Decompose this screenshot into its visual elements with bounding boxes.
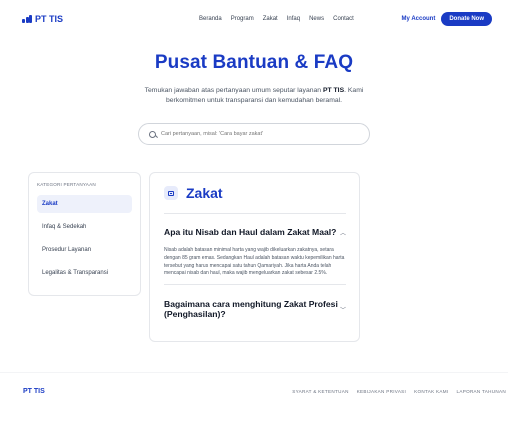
site-header: PT TIS Beranda Program Zakat Infaq News … [0, 0, 508, 38]
footer-link-terms[interactable]: SYARAT & KETENTUAN [292, 389, 348, 394]
nav-item-contact[interactable]: Contact [333, 16, 354, 22]
footer-links: SYARAT & KETENTUAN KEBIJAKAN PRIVASI KON… [292, 389, 506, 394]
footer-link-contact[interactable]: KONTAK KAMI [414, 389, 448, 394]
faq-question-text: Apa itu Nisab dan Haul dalam Zakat Maal? [164, 227, 337, 237]
panel-title: Zakat [186, 185, 223, 201]
faq-panel: Zakat Apa itu Nisab dan Haul dalam Zakat… [149, 172, 360, 342]
nav-item-beranda[interactable]: Beranda [199, 16, 222, 22]
search-box[interactable] [138, 123, 370, 145]
nav-item-news[interactable]: News [309, 16, 324, 22]
faq-divider [164, 284, 346, 286]
faq-question-text: Bagaimana cara menghitung Zakat Profesi … [164, 299, 338, 320]
sidebar-item-infaq-sedekah[interactable]: Infaq & Sedekah [37, 218, 132, 236]
sidebar-item-prosedur-layanan[interactable]: Prosedur Layanan [37, 241, 132, 259]
footer-divider [0, 372, 508, 373]
hero-description: Temukan jawaban atas pertanyaan umum sep… [144, 87, 364, 104]
panel-header: Zakat [164, 185, 346, 201]
sidebar-item-legalitas[interactable]: Legalitas & Transparansi [37, 264, 132, 282]
logo-icon [22, 15, 32, 23]
search-icon [149, 130, 156, 138]
sidebar-title: KATEGORI PERTANYAAN [37, 182, 96, 187]
donate-button[interactable]: Donate Now [441, 12, 492, 26]
main-nav: Beranda Program Zakat Infaq News Contact [199, 16, 354, 22]
page-title: Pusat Bantuan & FAQ [154, 52, 354, 73]
sidebar-item-zakat[interactable]: Zakat [37, 195, 132, 213]
my-account-link[interactable]: My Account [402, 16, 436, 22]
nav-item-program[interactable]: Program [231, 16, 254, 22]
hero-section: Pusat Bantuan & FAQ Temukan jawaban atas… [0, 52, 508, 145]
brand-name: PT TIS [35, 14, 64, 24]
footer-brand[interactable]: PT TIS [23, 388, 45, 395]
nav-item-infaq[interactable]: Infaq [287, 16, 300, 22]
faq-answer-1: Nisab adalah batasan minimal harta yang … [164, 247, 345, 277]
faq-question-2[interactable]: Bagaimana cara menghitung Zakat Profesi … [164, 299, 346, 319]
category-sidebar: KATEGORI PERTANYAAN Zakat Infaq & Sedeka… [28, 172, 141, 296]
site-footer: PT TIS SYARAT & KETENTUAN KEBIJAKAN PRIV… [23, 388, 506, 395]
chevron-up-icon[interactable]: ︿ [340, 228, 346, 237]
faq-content: KATEGORI PERTANYAAN Zakat Infaq & Sedeka… [28, 172, 489, 342]
chevron-down-icon[interactable]: ﹀ [340, 305, 346, 314]
search-input[interactable] [161, 131, 351, 137]
nav-item-zakat[interactable]: Zakat [263, 16, 278, 22]
brand-logo[interactable]: PT TIS [22, 14, 63, 24]
category-icon [164, 186, 178, 200]
footer-link-privacy[interactable]: KEBIJAKAN PRIVASI [357, 389, 406, 394]
faq-question-1[interactable]: Apa itu Nisab dan Haul dalam Zakat Maal?… [164, 227, 346, 237]
footer-link-annual-report[interactable]: LAPORAN TAHUNAN [456, 389, 506, 394]
divider [164, 213, 346, 214]
